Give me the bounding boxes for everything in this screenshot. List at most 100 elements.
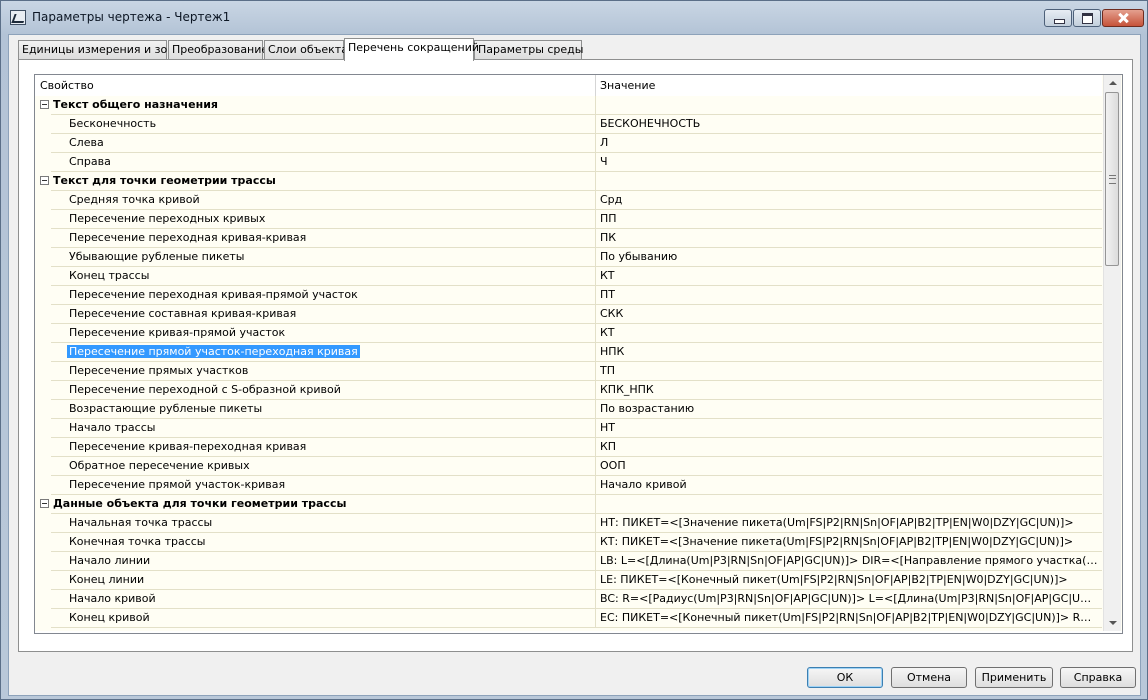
apply-button[interactable]: Применить — [975, 667, 1053, 688]
property-row[interactable]: Конец линии LE: ПИКЕТ=<[Конечный пикет(Um… — [35, 571, 1102, 590]
property-value[interactable]: Срд — [600, 193, 1098, 206]
property-value[interactable]: ТП — [600, 364, 1098, 377]
minimize-button[interactable] — [1044, 9, 1072, 27]
property-name[interactable]: Начало кривой — [69, 592, 156, 605]
property-name[interactable]: Пересечение переходная кривая-прямой уча… — [69, 288, 358, 301]
property-row[interactable]: Пересечение кривая-переходная кривая КП — [35, 438, 1102, 457]
property-name[interactable]: Пересечение кривая-прямой участок — [69, 326, 285, 339]
property-row[interactable]: Конец трассы КТ — [35, 267, 1102, 286]
property-row[interactable]: Пересечение переходная кривая-прямой уча… — [35, 286, 1102, 305]
property-value[interactable]: НТ: ПИКЕТ=<[Значение пикета(Um|FS|P2|RN|… — [600, 516, 1098, 529]
property-name[interactable]: Начало линии — [69, 554, 150, 567]
collapse-icon[interactable] — [40, 176, 49, 185]
property-value[interactable]: EC: ПИКЕТ=<[Конечный пикет(Um|FS|P2|RN|S… — [600, 611, 1098, 624]
column-header-property[interactable]: Свойство — [40, 79, 94, 92]
property-value[interactable]: КП — [600, 440, 1098, 453]
tab-transformation[interactable]: Преобразование — [168, 40, 268, 60]
property-name[interactable]: Конец трассы — [69, 269, 149, 282]
property-row[interactable]: Конечная точка трассы КТ: ПИКЕТ=<[Значени… — [35, 533, 1102, 552]
property-name[interactable]: Пересечение переходная кривая-кривая — [69, 231, 306, 244]
category-label[interactable]: Текст общего назначения — [53, 98, 218, 111]
scroll-up-arrow-icon[interactable] — [1104, 75, 1121, 92]
category-row[interactable]: Текст для точки геометрии трассы — [35, 172, 1102, 191]
property-row[interactable]: Пересечение кривая-прямой участок КТ — [35, 324, 1102, 343]
collapse-icon[interactable] — [40, 100, 49, 109]
property-row[interactable]: Пересечение переходной с S-образной крив… — [35, 381, 1102, 400]
property-name[interactable]: Пересечение прямой участок-кривая — [69, 478, 285, 491]
property-name[interactable]: Конечная точка трассы — [69, 535, 205, 548]
property-name[interactable]: Конец линии — [69, 573, 144, 586]
property-value[interactable]: БЕСКОНЕЧНОСТЬ — [600, 117, 1098, 130]
property-row[interactable]: Начальная точка трассы НТ: ПИКЕТ=<[Значен… — [35, 514, 1102, 533]
property-value[interactable]: НПК — [600, 345, 1098, 358]
scroll-down-arrow-icon[interactable] — [1104, 614, 1121, 631]
property-name[interactable]: Убывающие рубленые пикеты — [69, 250, 245, 263]
property-value[interactable]: Ч — [600, 155, 1098, 168]
property-name[interactable]: Справа — [69, 155, 111, 168]
property-row[interactable]: Пересечение составная кривая-кривая СКК — [35, 305, 1102, 324]
property-value[interactable]: ПТ — [600, 288, 1098, 301]
column-header-value[interactable]: Значение — [600, 79, 655, 92]
property-row[interactable]: Средняя точка кривой Срд — [35, 191, 1102, 210]
category-label[interactable]: Данные объекта для точки геометрии трасс… — [53, 497, 346, 510]
property-value[interactable]: КПК_НПК — [600, 383, 1098, 396]
property-row[interactable]: Пересечение прямой участок-кривая Начало … — [35, 476, 1102, 495]
column-divider[interactable] — [595, 75, 596, 96]
property-value[interactable]: НТ — [600, 421, 1098, 434]
tab-ambient-settings[interactable]: Параметры среды — [474, 40, 583, 60]
property-row[interactable]: Конец кривой EC: ПИКЕТ=<[Конечный пикет(U… — [35, 609, 1102, 628]
property-value[interactable]: Л — [600, 136, 1098, 149]
property-value[interactable]: КТ — [600, 269, 1098, 282]
property-row[interactable]: Пересечение переходная кривая-кривая ПК — [35, 229, 1102, 248]
property-name[interactable]: Возрастающие рубленые пикеты — [69, 402, 262, 415]
property-name[interactable]: Бесконечность — [69, 117, 156, 130]
property-row[interactable]: Возрастающие рубленые пикеты По возрастан… — [35, 400, 1102, 419]
property-row[interactable]: Начало трассы НТ — [35, 419, 1102, 438]
property-name[interactable]: Обратное пересечение кривых — [69, 459, 250, 472]
property-name[interactable]: Начальная точка трассы — [69, 516, 212, 529]
property-row[interactable]: Пересечение прямой участок-переходная кр… — [35, 343, 1102, 362]
property-value[interactable]: КТ — [600, 326, 1098, 339]
category-row[interactable]: Текст общего назначения — [35, 96, 1102, 115]
property-value[interactable]: СКК — [600, 307, 1098, 320]
tab-object-layers[interactable]: Слои объекта — [264, 40, 348, 60]
property-name[interactable]: Начало трассы — [69, 421, 155, 434]
help-button[interactable]: Справка — [1060, 667, 1136, 688]
property-value[interactable]: По убыванию — [600, 250, 1098, 263]
property-row[interactable]: Начало кривой BC: R=<[Радиус(Um|P3|RN|Sn|… — [35, 590, 1102, 609]
property-value[interactable]: LE: ПИКЕТ=<[Конечный пикет(Um|FS|P2|RN|S… — [600, 573, 1098, 586]
category-label[interactable]: Текст для точки геометрии трассы — [53, 174, 276, 187]
property-name[interactable]: Пересечение переходной с S-образной крив… — [69, 383, 341, 396]
tab-units-and-zone[interactable]: Единицы измерения и зона — [18, 40, 181, 60]
scrollbar-thumb[interactable] — [1105, 92, 1119, 266]
property-name[interactable]: Средняя точка кривой — [69, 193, 200, 206]
property-name[interactable]: Пересечение составная кривая-кривая — [69, 307, 296, 320]
property-name[interactable]: Пересечение переходных кривых — [69, 212, 265, 225]
property-row[interactable]: Бесконечность БЕСКОНЕЧНОСТЬ — [35, 115, 1102, 134]
property-value[interactable]: BC: R=<[Радиус(Um|P3|RN|Sn|OF|AP|GC|UN)]… — [600, 592, 1098, 605]
property-row[interactable]: Убывающие рубленые пикеты По убыванию — [35, 248, 1102, 267]
maximize-button[interactable] — [1073, 9, 1101, 27]
category-row[interactable]: Данные объекта для точки геометрии трасс… — [35, 495, 1102, 514]
property-name[interactable]: Конец кривой — [69, 611, 150, 624]
property-value[interactable]: LB: L=<[Длина(Um|P3|RN|Sn|OF|AP|GC|UN)]>… — [600, 554, 1098, 567]
collapse-icon[interactable] — [40, 499, 49, 508]
property-row[interactable]: Слева Л — [35, 134, 1102, 153]
property-name[interactable]: Пересечение кривая-переходная кривая — [69, 440, 306, 453]
cancel-button[interactable]: Отмена — [891, 667, 967, 688]
property-value[interactable]: По возрастанию — [600, 402, 1098, 415]
property-row[interactable]: Пересечение переходных кривых ПП — [35, 210, 1102, 229]
tab-abbreviations[interactable]: Перечень сокращений — [344, 38, 479, 61]
ok-button[interactable]: ОК — [807, 667, 883, 688]
property-name[interactable]: Слева — [69, 136, 104, 149]
property-row[interactable]: Обратное пересечение кривых ООП — [35, 457, 1102, 476]
property-value[interactable]: ПП — [600, 212, 1098, 225]
property-row[interactable]: Справа Ч — [35, 153, 1102, 172]
title-bar[interactable]: Параметры чертежа - Чертеж1 — [1, 1, 1147, 33]
property-name[interactable]: Пересечение прямой участок-переходная кр… — [67, 345, 360, 358]
property-value[interactable]: Начало кривой — [600, 478, 1098, 491]
property-value[interactable]: ПК — [600, 231, 1098, 244]
vertical-scrollbar[interactable] — [1103, 75, 1121, 631]
property-value[interactable]: КТ: ПИКЕТ=<[Значение пикета(Um|FS|P2|RN|… — [600, 535, 1098, 548]
property-value[interactable]: ООП — [600, 459, 1098, 472]
